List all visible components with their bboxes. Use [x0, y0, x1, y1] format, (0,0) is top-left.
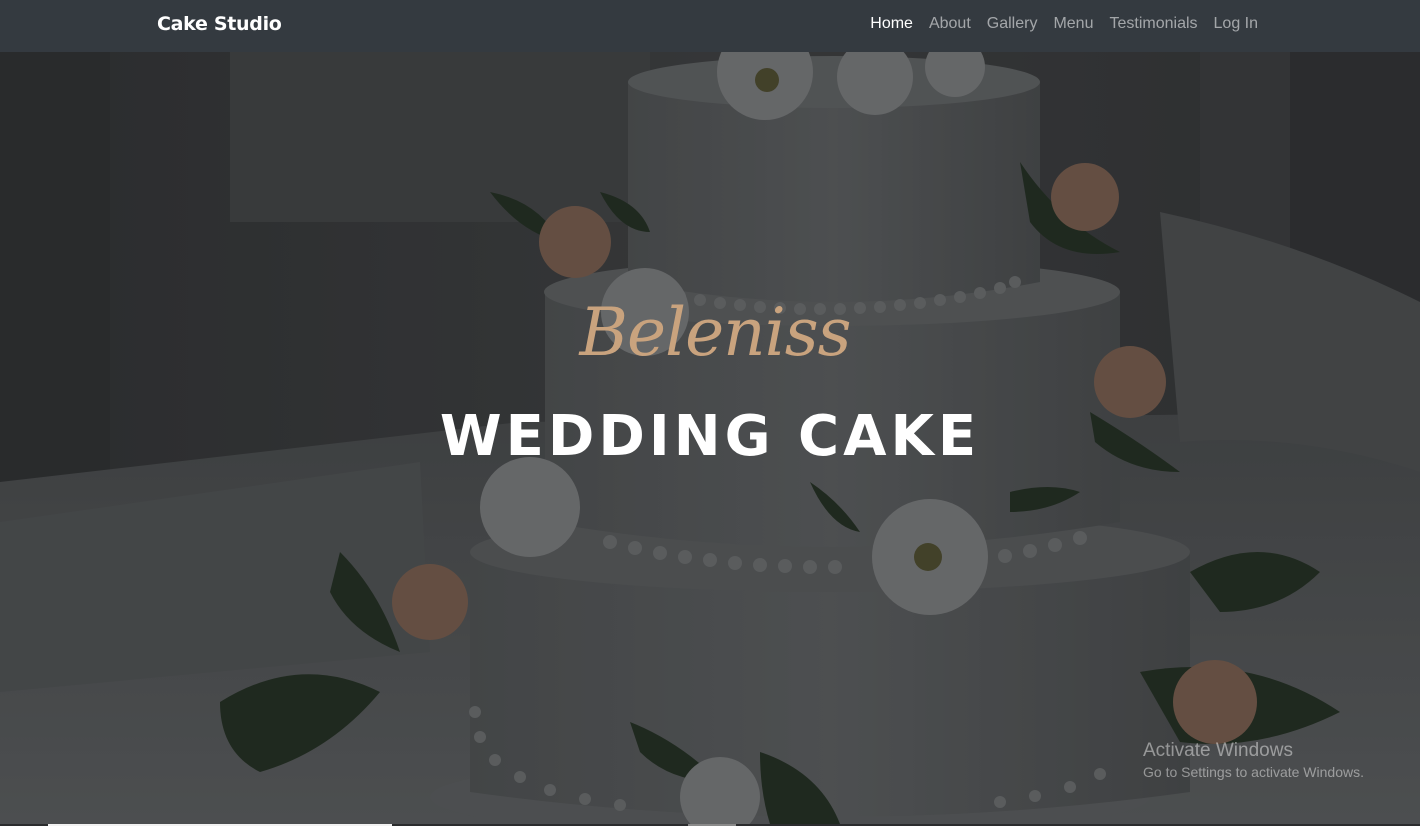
top-navbar: Cake Studio Home About Gallery Menu Test…	[0, 0, 1420, 52]
hero-script-title: Beleniss	[579, 294, 851, 371]
nav-item-about: About	[929, 15, 971, 33]
hero-main-title: WEDDING CAKE	[439, 404, 981, 469]
nav-item-login: Log In	[1214, 15, 1258, 33]
hero-text-block: Beleniss WEDDING CAKE	[0, 52, 1420, 824]
nav-link-testimonials[interactable]: Testimonials	[1109, 15, 1197, 32]
nav-item-testimonials: Testimonials	[1109, 15, 1197, 33]
nav-link-menu[interactable]: Menu	[1053, 15, 1093, 32]
nav-link-gallery[interactable]: Gallery	[987, 15, 1038, 32]
nav-link-home[interactable]: Home	[870, 15, 913, 32]
nav-link-about[interactable]: About	[929, 15, 971, 32]
brand-logo-link[interactable]: Cake Studio	[157, 13, 282, 35]
watermark-title: Activate Windows	[1143, 740, 1293, 761]
watermark-subtitle: Go to Settings to activate Windows.	[1143, 764, 1364, 780]
nav-link-login[interactable]: Log In	[1214, 15, 1258, 32]
nav-item-home: Home	[870, 15, 913, 33]
nav-item-menu: Menu	[1053, 15, 1093, 33]
hero-section: Beleniss WEDDING CAKE	[0, 52, 1420, 824]
windows-activation-watermark: Activate Windows Go to Settings to activ…	[1143, 740, 1364, 780]
nav-item-gallery: Gallery	[987, 15, 1038, 33]
nav-links: Home About Gallery Menu Testimonials Log…	[870, 15, 1258, 33]
